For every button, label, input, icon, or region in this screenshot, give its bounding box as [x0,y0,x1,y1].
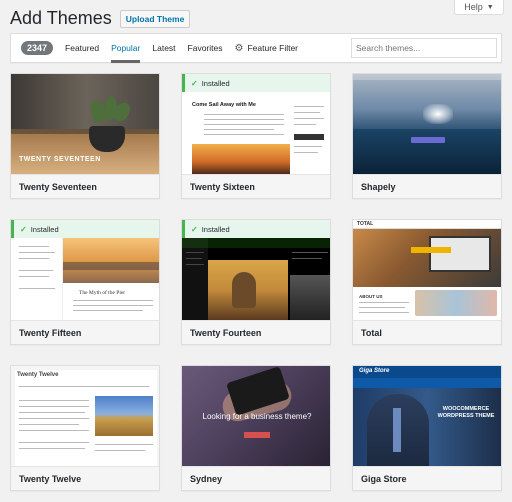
theme-name: Giga Store [353,466,501,490]
screenshot-text: Looking for a business theme? [202,412,312,421]
page-header: Add Themes Upload Theme [10,8,191,29]
check-icon: ✓ [191,224,198,234]
page-title: Add Themes [10,8,112,28]
installed-badge: ✓ Installed [182,74,330,92]
screenshot-subtext: ABOUT US [359,294,383,299]
theme-grid: TWENTY SEVENTEEN Twenty Seventeen ✓ Inst… [10,73,504,491]
theme-screenshot: TWENTY SEVENTEEN [11,74,159,174]
theme-card[interactable]: TOTAL ABOUT US Total [352,219,502,345]
installed-badge: ✓ Installed [11,220,159,238]
theme-name: Twenty Twelve [11,466,159,490]
screenshot-text: Come Sail Away with Me [192,102,256,108]
screenshot-text: The Myth of the Pier [79,290,126,296]
screenshot-text: Twenty Twelve [17,372,59,378]
theme-card[interactable]: ✓ Installed Twenty Fourteen [181,219,331,345]
upload-theme-button[interactable]: Upload Theme [119,9,191,28]
filter-featured[interactable]: Featured [65,33,99,63]
theme-screenshot [353,74,501,174]
installed-label: Installed [201,224,230,234]
theme-screenshot: Giga Store WOOCOMMERCE WORDPRESS THEME [353,366,501,466]
installed-badge: ✓ Installed [182,220,330,238]
theme-card[interactable]: Shapely [352,73,502,199]
theme-card[interactable]: ✓ Installed The Myth of the Pier Twenty … [10,219,160,345]
help-label: Help [464,2,483,12]
feature-filter-button[interactable]: ⚙ Feature Filter [235,43,299,54]
screenshot-text: TOTAL [357,221,374,227]
theme-name: Total [353,320,501,344]
theme-card[interactable]: Twenty Twelve Twenty Twelve [10,365,160,491]
theme-screenshot: Twenty Twelve [11,366,159,466]
theme-card[interactable]: Looking for a business theme? Sydney [181,365,331,491]
theme-name: Shapely [353,174,501,198]
check-icon: ✓ [191,78,198,88]
gear-icon: ⚙ [234,42,244,54]
screenshot-text: TWENTY SEVENTEEN [19,156,101,163]
theme-name: Twenty Fifteen [11,320,159,344]
check-icon: ✓ [20,224,27,234]
theme-name: Twenty Fourteen [182,320,330,344]
theme-card[interactable]: TWENTY SEVENTEEN Twenty Seventeen [10,73,160,199]
caret-down-icon: ▼ [486,3,494,11]
screenshot-subtext: WOOCOMMERCE WORDPRESS THEME [437,406,495,420]
theme-count-badge: 2347 [21,41,54,55]
theme-name: Twenty Seventeen [11,174,159,198]
theme-screenshot: Looking for a business theme? [182,366,330,466]
help-tab[interactable]: Help ▼ [454,0,504,15]
filter-popular[interactable]: Popular [111,33,141,63]
installed-label: Installed [201,78,230,88]
theme-name: Twenty Sixteen [182,174,330,198]
filter-bar: 2347 Featured Popular Latest Favorites ⚙… [10,33,502,63]
theme-card[interactable]: ✓ Installed Come Sail Away with Me Twent… [181,73,331,199]
filter-favorites[interactable]: Favorites [188,33,223,63]
screenshot-text: Giga Store [359,368,390,374]
search-input[interactable] [351,38,497,58]
installed-label: Installed [30,224,59,234]
filter-latest[interactable]: Latest [152,33,175,63]
theme-name: Sydney [182,466,330,490]
theme-card[interactable]: Giga Store WOOCOMMERCE WORDPRESS THEME G… [352,365,502,491]
feature-filter-label: Feature Filter [247,43,299,53]
theme-screenshot: TOTAL ABOUT US [353,220,501,320]
